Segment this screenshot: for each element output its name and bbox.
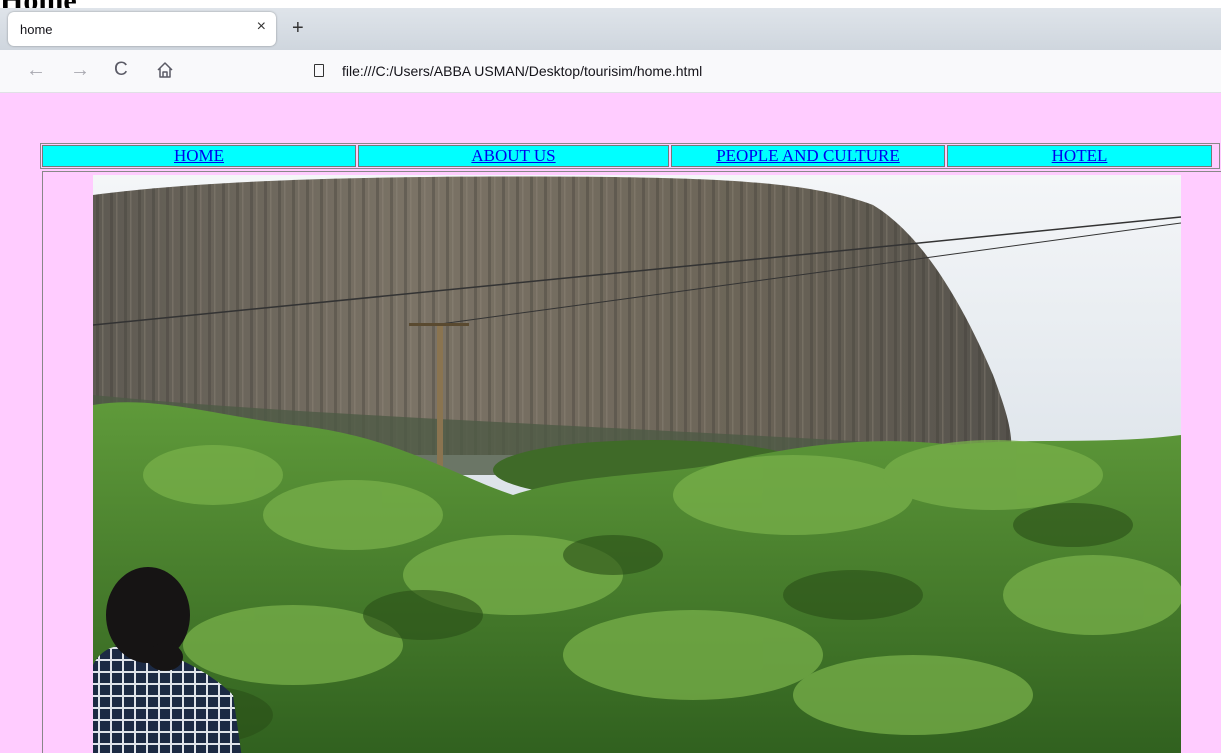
navigation-toolbar: ← → C file:///C:/Users/ABBA USMAN/Deskto… <box>0 50 1221 93</box>
menu-link-people-and-culture[interactable]: PEOPLE AND CULTURE <box>716 146 900 165</box>
page-viewport: HOME ABOUT US PEOPLE AND CULTURE HOTEL <box>0 93 1221 753</box>
hero-photo <box>93 175 1181 753</box>
home-button[interactable] <box>156 61 174 83</box>
tab-home[interactable]: home × <box>8 12 276 46</box>
menu-item-home: HOME <box>42 145 356 167</box>
url-bar[interactable]: file:///C:/Users/ABBA USMAN/Desktop/tour… <box>300 56 1221 86</box>
reload-button[interactable]: C <box>114 60 128 80</box>
menu-item-hotel: HOTEL <box>947 145 1212 167</box>
content-frame <box>42 171 1221 753</box>
menu-link-hotel[interactable]: HOTEL <box>1052 146 1108 165</box>
close-tab-icon[interactable]: × <box>257 18 266 36</box>
menu-link-home[interactable]: HOME <box>174 146 224 165</box>
back-button[interactable]: ← <box>26 60 46 80</box>
new-tab-button[interactable]: + <box>292 18 304 38</box>
forward-button[interactable]: → <box>70 60 90 80</box>
page-icon <box>314 64 324 77</box>
home-icon <box>157 62 173 78</box>
tab-title: home <box>20 22 53 37</box>
menu-item-about-us: ABOUT US <box>358 145 669 167</box>
url-text: file:///C:/Users/ABBA USMAN/Desktop/tour… <box>342 63 703 79</box>
main-menu: HOME ABOUT US PEOPLE AND CULTURE HOTEL <box>40 143 1220 169</box>
tab-strip: home × + <box>0 8 1221 50</box>
menu-item-people-and-culture: PEOPLE AND CULTURE <box>671 145 945 167</box>
rock-landscape-image <box>93 175 1181 753</box>
menu-link-about-us[interactable]: ABOUT US <box>471 146 555 165</box>
